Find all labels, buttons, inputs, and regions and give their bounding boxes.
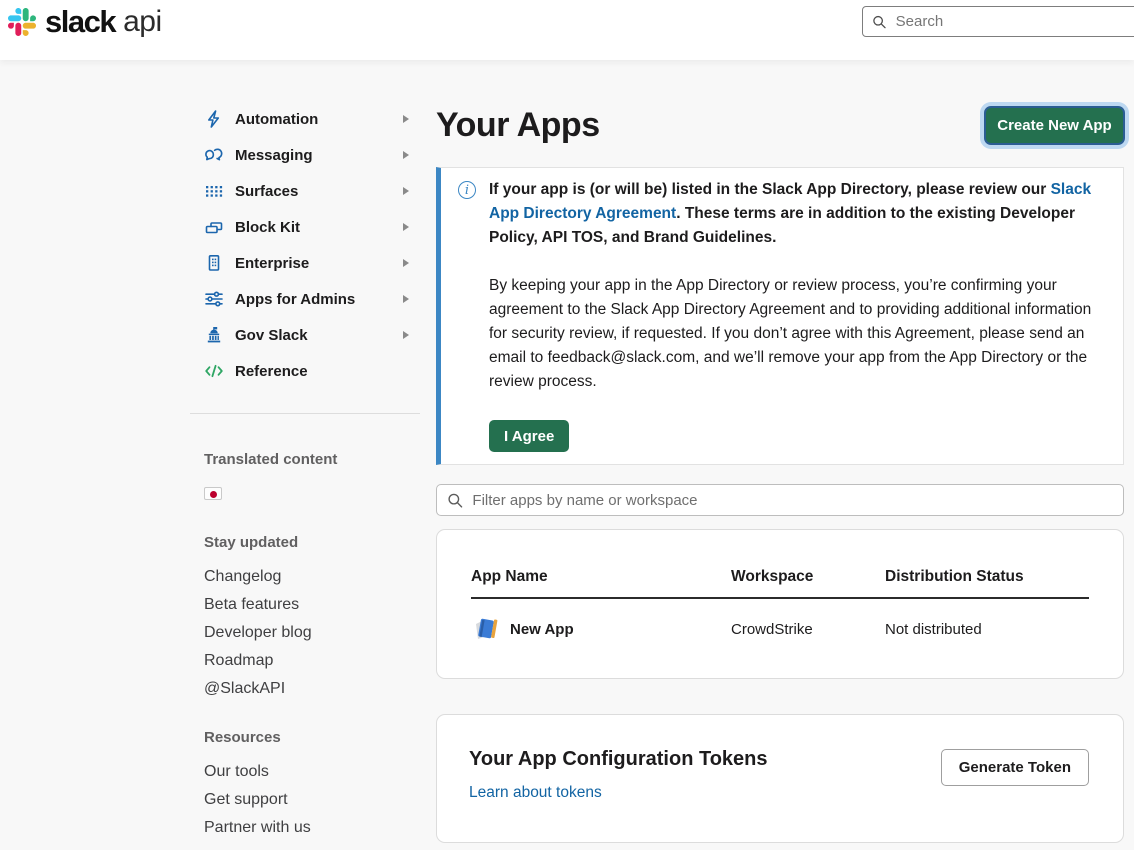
- blocks-icon: [204, 217, 224, 237]
- app-configuration-tokens-card: Your App Configuration Tokens Learn abou…: [436, 714, 1124, 843]
- notice-paragraph-2: By keeping your app in the App Directory…: [489, 274, 1105, 394]
- building-icon: [204, 253, 224, 273]
- japan-flag-icon[interactable]: [204, 487, 222, 500]
- sidebar-item-surfaces[interactable]: Surfaces: [190, 173, 420, 209]
- sidebar-link-partner-with-us[interactable]: Partner with us: [204, 819, 311, 837]
- chevron-right-icon: [403, 259, 409, 267]
- sidebar-item-block-kit[interactable]: Block Kit: [190, 209, 420, 245]
- apps-table-card: App Name Workspace Distribution Status N…: [436, 529, 1124, 679]
- sidebar-item-enterprise[interactable]: Enterprise: [190, 245, 420, 281]
- info-icon: i: [458, 181, 476, 199]
- workspace-cell: CrowdStrike: [731, 621, 885, 638]
- translated-content-heading: Translated content: [204, 451, 337, 468]
- chat-bubbles-icon: [204, 145, 224, 165]
- chevron-right-icon: [403, 223, 409, 231]
- search-icon: [872, 14, 887, 30]
- create-new-app-button[interactable]: Create New App: [984, 106, 1125, 145]
- search-icon: [447, 492, 463, 509]
- sidebar-link-slackapi[interactable]: @SlackAPI: [204, 680, 285, 698]
- chevron-right-icon: [403, 115, 409, 123]
- sidebar-link-changelog[interactable]: Changelog: [204, 568, 281, 586]
- sidebar-link-our-tools[interactable]: Our tools: [204, 763, 269, 781]
- sidebar-item-automation[interactable]: Automation: [190, 101, 420, 137]
- sidebar-divider: [190, 413, 420, 414]
- sidebar-nav: Automation Messaging Surfaces: [190, 101, 420, 389]
- top-header: slack api: [0, 0, 1134, 60]
- logo-text-slack: slack: [45, 7, 115, 37]
- page-title: Your Apps: [436, 106, 600, 145]
- i-agree-button[interactable]: I Agree: [489, 420, 569, 452]
- filter-apps-box[interactable]: [436, 484, 1124, 516]
- notice-paragraph-1: If your app is (or will be) listed in th…: [489, 178, 1105, 250]
- chevron-right-icon: [403, 187, 409, 195]
- slack-api-logo[interactable]: slack api: [8, 7, 162, 37]
- sidebar-link-roadmap[interactable]: Roadmap: [204, 652, 273, 670]
- distribution-status-cell: Not distributed: [885, 621, 1089, 638]
- chevron-right-icon: [403, 331, 409, 339]
- learn-about-tokens-link[interactable]: Learn about tokens: [469, 784, 602, 802]
- chevron-right-icon: [403, 151, 409, 159]
- sidebar-item-messaging[interactable]: Messaging: [190, 137, 420, 173]
- resources-heading: Resources: [204, 729, 281, 746]
- column-distribution-status: Distribution Status: [885, 568, 1089, 586]
- apps-table-header: App Name Workspace Distribution Status: [471, 568, 1089, 586]
- government-building-icon: [204, 325, 224, 345]
- code-icon: [204, 361, 224, 381]
- sidebar-item-gov-slack[interactable]: Gov Slack: [190, 317, 420, 353]
- sliders-icon: [204, 289, 224, 309]
- grid-dots-icon: [204, 181, 224, 201]
- filter-apps-input[interactable]: [470, 491, 1113, 510]
- app-name-link[interactable]: New App: [510, 621, 574, 638]
- sidebar-link-get-support[interactable]: Get support: [204, 791, 288, 809]
- app-directory-notice: i If your app is (or will be) listed in …: [436, 167, 1124, 465]
- chevron-right-icon: [403, 295, 409, 303]
- column-workspace: Workspace: [731, 568, 885, 586]
- column-app-name: App Name: [471, 568, 731, 586]
- slack-logo-icon: [8, 8, 36, 36]
- tokens-title: Your App Configuration Tokens: [469, 748, 768, 771]
- app-books-icon: [471, 615, 501, 643]
- search-input[interactable]: [894, 12, 1134, 31]
- sidebar-link-beta-features[interactable]: Beta features: [204, 596, 299, 614]
- sidebar-link-developer-blog[interactable]: Developer blog: [204, 624, 312, 642]
- sidebar-item-reference[interactable]: Reference: [190, 353, 420, 389]
- table-row[interactable]: New App CrowdStrike Not distributed: [471, 610, 1089, 648]
- generate-token-button[interactable]: Generate Token: [941, 749, 1089, 786]
- sidebar-item-apps-for-admins[interactable]: Apps for Admins: [190, 281, 420, 317]
- bolt-icon: [204, 109, 224, 129]
- global-search[interactable]: [862, 6, 1134, 37]
- stay-updated-heading: Stay updated: [204, 534, 298, 551]
- logo-text-api: api: [123, 7, 162, 37]
- table-header-rule: [471, 597, 1089, 599]
